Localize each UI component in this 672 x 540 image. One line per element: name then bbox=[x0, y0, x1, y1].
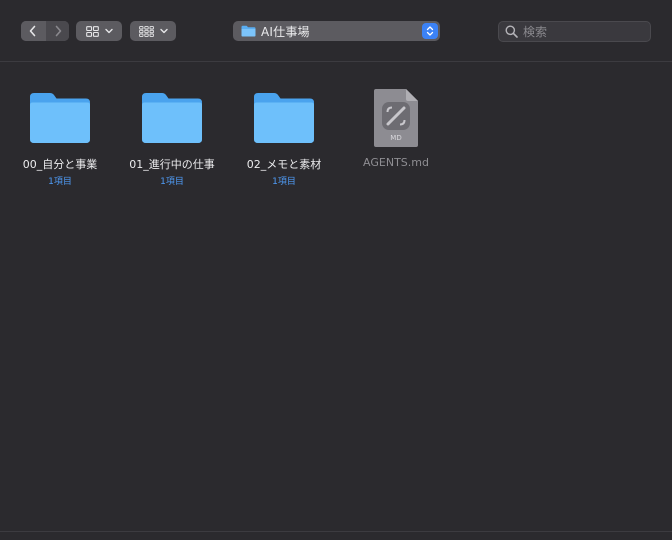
up-down-chevron-icon bbox=[426, 26, 434, 36]
item-count: 1項目 bbox=[160, 177, 184, 187]
folder-icon bbox=[28, 86, 92, 150]
file-badge: MD bbox=[390, 134, 401, 142]
item-name: AGENTS.md bbox=[363, 156, 429, 169]
item-name: 00_自分と事業 bbox=[22, 158, 98, 171]
chevron-left-icon bbox=[29, 25, 35, 37]
icon-grid: 00_自分と事業 1項目 01_進行中の仕事 1項目 02_メモと素材 1項目 bbox=[0, 62, 672, 532]
item-name: 01_進行中の仕事 bbox=[129, 158, 215, 171]
path-popup-button[interactable]: AI仕事場 bbox=[233, 21, 440, 41]
folder-item[interactable]: 01_進行中の仕事 1項目 bbox=[122, 86, 222, 187]
group-view-button[interactable] bbox=[130, 21, 176, 41]
back-button[interactable] bbox=[21, 21, 44, 41]
file-item[interactable]: MD AGENTS.md bbox=[346, 86, 446, 169]
icon-view-button[interactable] bbox=[76, 21, 122, 41]
popup-stepper bbox=[422, 23, 438, 39]
search-icon bbox=[505, 25, 518, 38]
path-title: AI仕事場 bbox=[261, 24, 310, 39]
chevron-right-icon bbox=[55, 25, 61, 37]
toolbar: AI仕事場 bbox=[0, 0, 672, 62]
search-input[interactable] bbox=[523, 24, 643, 39]
item-name: 02_メモと素材 bbox=[246, 158, 322, 171]
status-divider bbox=[0, 531, 672, 532]
finder-window: AI仕事場 00_自分と事業 bbox=[0, 0, 672, 540]
forward-button[interactable] bbox=[46, 21, 69, 41]
folder-icon bbox=[252, 86, 316, 150]
folder-item[interactable]: 00_自分と事業 1項目 bbox=[10, 86, 110, 187]
markdown-file-icon: MD bbox=[364, 86, 428, 150]
chevron-down-icon bbox=[104, 28, 113, 34]
group-grid-icon bbox=[138, 25, 154, 37]
navigation-buttons bbox=[21, 21, 69, 41]
item-count: 1項目 bbox=[48, 177, 72, 187]
item-count: 1項目 bbox=[272, 177, 296, 187]
chevron-down-icon bbox=[159, 28, 168, 34]
folder-item[interactable]: 02_メモと素材 1項目 bbox=[234, 86, 334, 187]
folder-icon bbox=[140, 86, 204, 150]
folder-icon bbox=[241, 25, 256, 37]
grid-view-icon bbox=[85, 25, 99, 37]
search-field[interactable] bbox=[498, 21, 651, 42]
